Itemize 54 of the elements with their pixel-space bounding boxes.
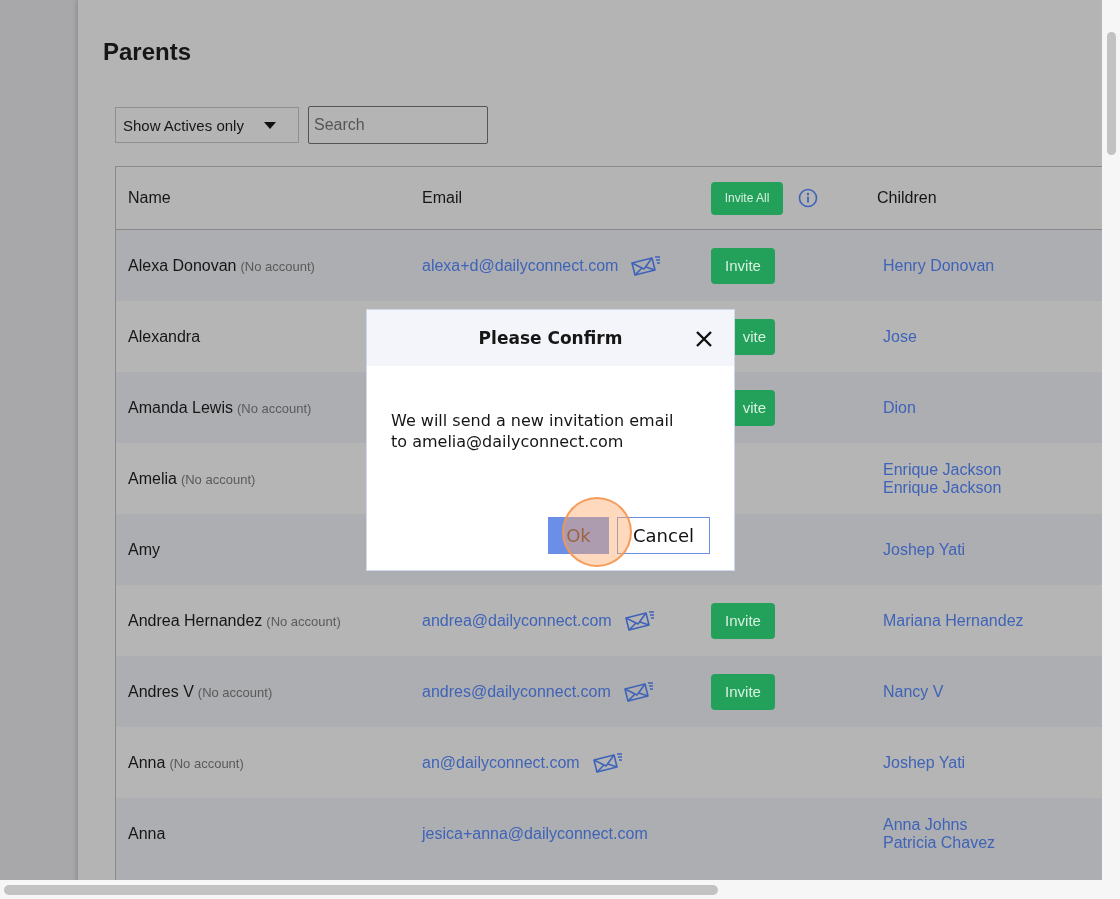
child-link[interactable]: Jose — [883, 327, 1102, 346]
child-link[interactable]: Enrique Jackson — [883, 478, 1102, 497]
envelope-icon[interactable] — [623, 609, 656, 632]
email-link[interactable]: alexa+d@dailyconnect.com — [422, 256, 619, 275]
filter-dropdown[interactable]: Show Actives only — [115, 107, 299, 143]
child-link[interactable]: Anna Johns — [883, 815, 1102, 834]
child-link[interactable]: Joshep Yati — [883, 753, 1102, 772]
search-field[interactable]: Search — [308, 106, 488, 144]
dialog-message: We will send a new invitation email to amelia@dailyconnect.com — [391, 410, 675, 452]
ok-button[interactable]: Ok — [548, 517, 609, 554]
scrollbar-thumb[interactable] — [4, 885, 718, 895]
child-link[interactable]: Nancy V — [883, 682, 1102, 701]
account-note: (No account) — [236, 400, 312, 416]
parent-name: Amanda Lewis — [128, 398, 233, 416]
scrollbar-thumb[interactable] — [1107, 32, 1116, 155]
envelope-icon[interactable] — [591, 751, 624, 774]
caret-icon — [264, 121, 276, 129]
invite-all-button[interactable]: Invite All — [711, 181, 783, 215]
dialog-title: Please Confirm — [478, 328, 623, 348]
child-link[interactable]: Henry Donovan — [883, 256, 1102, 275]
column-header: Name — [127, 189, 172, 207]
parent-name: Amy — [128, 540, 160, 558]
child-link[interactable]: Patricia Chavez — [883, 833, 1102, 852]
parent-name: Alexa Donovan — [128, 256, 237, 274]
cancel-button[interactable]: Cancel — [617, 517, 710, 554]
page-title: Parents — [103, 38, 193, 66]
parent-name: Anna — [128, 753, 166, 771]
account-note: (No account) — [266, 613, 341, 629]
parent-name: Anna — [128, 824, 166, 842]
parent-name: Amelia — [128, 469, 177, 487]
email-link[interactable]: jesica+anna@dailyconnect.com — [422, 824, 648, 843]
column-header: Children — [877, 189, 938, 207]
parent-name: Alexandra — [128, 327, 201, 345]
account-note: (No account) — [240, 258, 315, 274]
account-note: (No account) — [180, 471, 256, 487]
column-header: Email — [422, 189, 463, 207]
child-link[interactable]: Dion — [883, 398, 1102, 417]
account-note: (No account) — [197, 684, 273, 700]
envelope-icon[interactable] — [630, 254, 663, 277]
child-link[interactable]: Enrique Jackson — [883, 460, 1102, 479]
info-icon[interactable] — [798, 188, 818, 208]
envelope-icon[interactable] — [622, 680, 655, 703]
invite-button[interactable]: Invite — [711, 602, 775, 639]
email-link[interactable]: andrea@dailyconnect.com — [422, 611, 612, 630]
parent-name: Andrea Hernandez — [128, 611, 263, 629]
email-link[interactable]: an@dailyconnect.com — [422, 753, 580, 772]
account-note: (No account) — [169, 755, 244, 771]
child-link[interactable]: Joshep Yati — [883, 540, 1102, 559]
invite-button[interactable]: Invite — [711, 247, 775, 284]
email-link[interactable]: andres@dailyconnect.com — [422, 682, 611, 701]
close-icon[interactable] — [695, 330, 713, 348]
child-link[interactable]: Mariana Hernandez — [883, 611, 1102, 630]
parent-name: Andres V — [128, 682, 194, 700]
invite-button[interactable]: Invite — [711, 673, 775, 710]
